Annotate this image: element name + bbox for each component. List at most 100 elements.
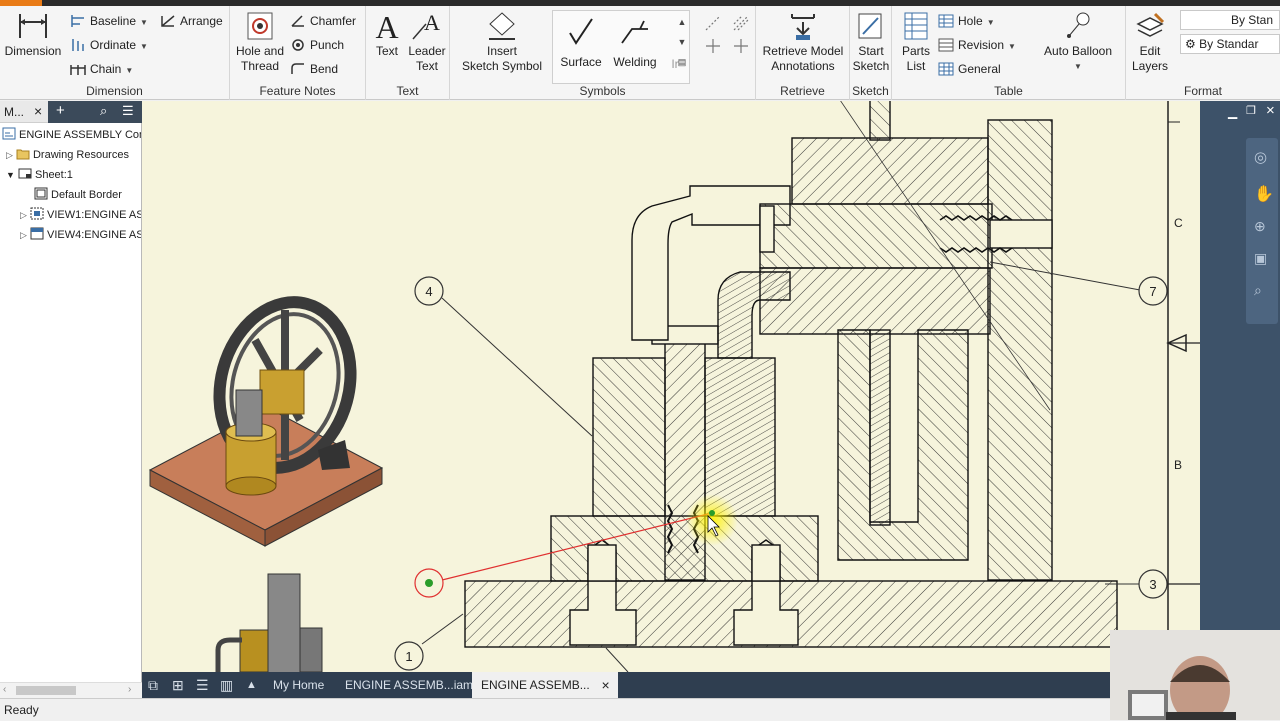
general-table-button[interactable]: General [938,60,1001,78]
chevron-down-icon[interactable]: ▼ [6,170,15,180]
start-sketch-button[interactable]: Start Sketch [850,10,892,74]
sketch-lines-icon[interactable] [700,10,752,60]
minimize-icon[interactable]: ▁ [1228,105,1237,119]
chevron-right-icon[interactable]: ▷ [20,230,27,240]
style-select[interactable]: By Stan [1180,10,1280,30]
close-icon[interactable]: × [34,103,42,119]
svg-text:A: A [424,10,440,35]
balloon-7[interactable]: 7 [1138,276,1168,306]
leader-text-icon: A [412,10,440,40]
chevron-down-icon[interactable]: ▼ [140,42,148,51]
hole-and-thread-button[interactable]: Hole and Thread [232,10,288,74]
tab-my-home[interactable]: My Home [264,672,333,698]
balloon-new-placement[interactable] [414,568,444,598]
parts-list-button[interactable]: Parts List [896,10,936,74]
chevron-down-icon[interactable]: ▼ [140,18,148,27]
tree-item-default-border[interactable]: Default Border [0,185,141,205]
gallery-up-icon[interactable]: ▲ [674,12,690,32]
close-icon[interactable]: × [1266,102,1275,119]
hole-thread-icon [247,12,273,40]
tabs-up-icon[interactable]: ▲ [246,672,257,698]
dimension-panel: Dimension Baseline ▼ Ordinate ▼ Chain ▼ Arr… [0,6,230,100]
retrieve-model-annotations-button[interactable]: Retrieve Model Annotations [758,10,848,74]
surface-texture-icon [569,18,593,45]
format-panel: Edit Layers By Stan ⚙ By Standar Format [1126,6,1280,100]
snap-point[interactable] [709,510,715,516]
add-icon[interactable]: + [56,102,65,119]
chamfer-button[interactable]: Chamfer [290,12,356,30]
split-icon[interactable]: ▥ [220,672,233,698]
style-icon: ⚙ [1185,37,1196,51]
tree-item-drawing-resources[interactable]: ▷ Drawing Resources [0,145,141,165]
hole-table-button[interactable]: Hole ▼ [938,12,995,30]
gallery-down-icon[interactable]: ▼ [674,32,690,52]
surface-button[interactable]: Surface [557,15,605,70]
balloon-3[interactable]: 3 [1138,569,1168,599]
tree-item-view4[interactable]: ▷ VIEW4:ENGINE AS [0,225,141,245]
auto-balloon-button[interactable]: Auto Balloon ▼ [1038,10,1118,74]
browser-tab-model[interactable]: M... [4,105,24,119]
isometric-model-view[interactable] [148,287,384,547]
zoom-window-icon[interactable]: ▣ [1254,250,1267,267]
welding-button[interactable]: Welding [609,15,661,70]
zoom-all-icon[interactable]: ⌕ [1254,282,1262,299]
feature-notes-panel: Hole and Thread Chamfer Punch Bend Featu… [230,6,366,100]
hole-table-icon [938,14,954,28]
menu-icon[interactable]: ☰ [122,103,134,119]
auto-balloon-icon [1067,12,1090,38]
chevron-down-icon[interactable]: ▼ [125,66,133,75]
grid-icon[interactable]: ⊞ [172,672,184,698]
tree-item-sheet[interactable]: ▼ Sheet:1 [0,165,141,185]
standard-select[interactable]: ⚙ By Standar [1180,34,1280,54]
scroll-right-icon[interactable]: › [128,684,131,695]
dimension-button[interactable]: Dimension [2,10,64,59]
chevron-right-icon[interactable]: ▷ [6,150,13,160]
drawing-sheet[interactable]: C B 4 7 3 1 [142,101,1200,672]
status-text: Ready [4,703,39,717]
balloon-4[interactable]: 4 [414,276,444,306]
tree-item-view1[interactable]: ▷ VIEW1:ENGINE AS [0,205,141,225]
baseline-icon [71,15,84,27]
browser-toolbar: + ⌕ ☰ [48,101,142,123]
leader-text-button[interactable]: A Leader Text [406,10,448,74]
punch-button[interactable]: Punch [290,36,344,54]
tab-engine-assembly-drawing[interactable]: ENGINE ASSEMB... × [472,672,618,698]
model-browser: M... × + ⌕ ☰ ENGINE ASSEMBLY Comp ▷ Draw… [0,101,142,698]
tab-engine-assembly-iam[interactable]: ENGINE ASSEMB...iam [336,672,482,698]
chevron-down-icon[interactable]: ▼ [1038,59,1118,74]
insert-sketch-symbol-button[interactable]: Insert Sketch Symbol [456,10,548,74]
ordinate-button[interactable]: Ordinate ▼ [70,36,148,54]
retrieve-panel-title: Retrieve [780,84,825,98]
scroll-left-icon[interactable]: ‹ [3,684,6,695]
feature-notes-panel-title: Feature Notes [259,84,336,98]
list-icon[interactable]: ☰ [196,672,209,698]
close-icon[interactable]: × [602,672,610,698]
zoom-icon[interactable]: ⊕ [1254,218,1266,235]
gallery-expand-icon[interactable]: ▤ [674,52,690,72]
chain-button[interactable]: Chain ▼ [70,60,133,78]
text-button[interactable]: A Text [368,10,406,59]
chevron-down-icon[interactable]: ▼ [1008,42,1016,51]
table-panel-title: Table [994,84,1023,98]
scroll-thumb[interactable] [16,686,76,695]
bend-button[interactable]: Bend [290,60,338,78]
arrange-button[interactable]: Arrange [160,12,223,30]
search-icon[interactable]: ⌕ [100,103,107,119]
chevron-down-icon[interactable]: ▼ [987,18,995,27]
browser-scrollbar[interactable]: ‹ › [0,682,142,698]
section-view[interactable] [464,101,1118,648]
revision-table-button[interactable]: Revision ▼ [938,36,1016,54]
side-view[interactable] [215,573,323,672]
steering-wheel-icon[interactable]: ◎ [1254,148,1267,166]
edit-layers-button[interactable]: Edit Layers [1128,10,1172,74]
drawing-canvas[interactable]: C B 4 7 3 1 [142,101,1200,672]
tile-windows-icon[interactable]: ⧉ [148,672,158,698]
balloon-1[interactable]: 1 [394,641,424,671]
svg-text:7: 7 [1149,284,1156,299]
chevron-right-icon[interactable]: ▷ [20,210,27,220]
baseline-button[interactable]: Baseline ▼ [70,12,148,30]
pan-icon[interactable]: ✋ [1254,184,1274,204]
restore-icon[interactable]: ❐ [1246,104,1256,117]
gallery-scroll[interactable]: ▲ ▼ ▤ [674,12,690,80]
tree-item-drawing[interactable]: ENGINE ASSEMBLY Comp [0,125,141,145]
